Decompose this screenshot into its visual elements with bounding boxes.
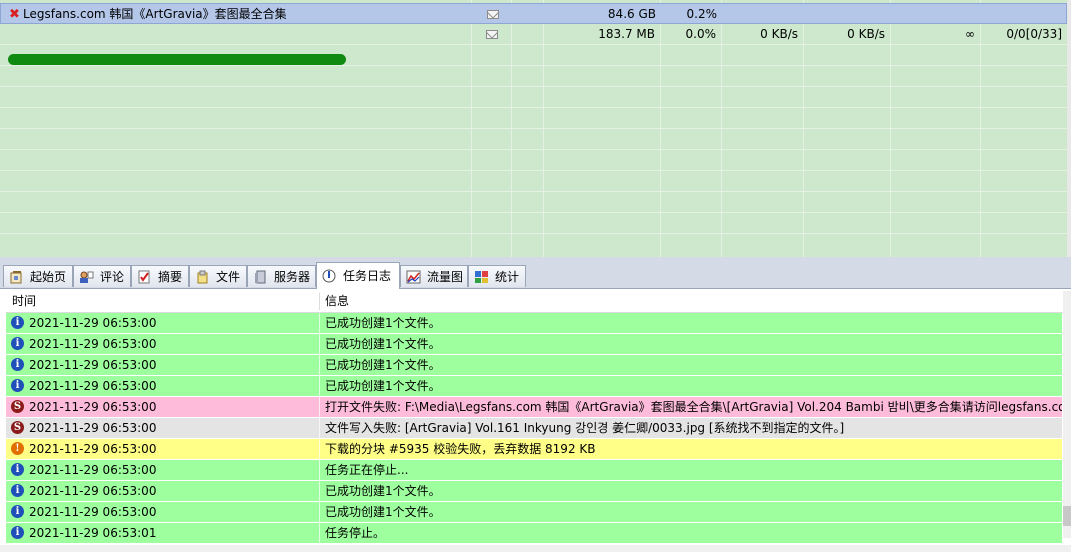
log-row[interactable]: S 2021-11-29 06:53:00 文件写入失败: [ArtGravia] … (6, 418, 1062, 439)
detail-tab-bar: 起始页 评论 摘要 文件 服务器 任务日志 流量图 统计 (0, 262, 1071, 289)
tab-label: 流量图 (427, 270, 464, 284)
error-icon: S (11, 421, 24, 434)
log-message: 已成功创建1个文件。 (325, 316, 441, 330)
log-message: 已成功创建1个文件。 (325, 484, 441, 498)
log-row[interactable]: i 2021-11-29 06:53:01 任务停止。 (6, 523, 1062, 544)
log-time: 2021-11-29 06:53:01 (29, 526, 157, 540)
task-row[interactable]: ✖ Legsfans.com 韩国《ArtGravia》套图最全合集 84.6 G… (0, 3, 1067, 24)
log-time: 2021-11-29 06:53:00 (29, 442, 157, 456)
task-name: Legsfans.com 韩国《ArtGravia》套图最全合集 (23, 7, 287, 21)
info-icon: i (11, 358, 24, 371)
task-peers: 0/0[0/33] (1006, 27, 1062, 41)
task-list[interactable]: ✖ Legsfans.com 韩国《ArtGravia》套图最全合集 84.6 G… (0, 0, 1071, 257)
task-remaining-time: ∞ (965, 27, 975, 41)
task-upload-speed: 0 KB/s (847, 27, 885, 41)
log-vertical-scrollbar[interactable] (1063, 291, 1071, 538)
log-row[interactable]: i 2021-11-29 06:53:00 已成功创建1个文件。 (6, 481, 1062, 502)
task-log-panel: 时间 信息 i 2021-11-29 06:53:00 已成功创建1个文件。 i 202… (0, 289, 1071, 552)
error-x-icon: ✖ (9, 7, 20, 22)
log-time: 2021-11-29 06:53:00 (29, 505, 157, 519)
home-icon (10, 271, 22, 284)
task-size: 84.6 GB (607, 7, 656, 21)
info-icon: i (11, 484, 24, 497)
tab-label: 文件 (216, 270, 241, 284)
info-icon: i (11, 463, 24, 476)
log-time: 2021-11-29 06:53:00 (29, 484, 157, 498)
log-row[interactable]: i 2021-11-29 06:53:00 任务正在停止... (6, 460, 1062, 481)
tab-statistics[interactable]: 统计 (468, 265, 526, 287)
tab-label: 统计 (495, 270, 520, 284)
info-icon: i (11, 526, 24, 539)
error-icon: S (11, 400, 24, 413)
log-horizontal-scrollbar[interactable] (0, 545, 1071, 552)
envelope-icon (486, 30, 498, 39)
tab-servers[interactable]: 服务器 (247, 265, 316, 287)
log-message: 已成功创建1个文件。 (325, 505, 441, 519)
log-row[interactable]: i 2021-11-29 06:53:00 已成功创建1个文件。 (6, 313, 1062, 334)
log-header: 时间 信息 (6, 291, 1066, 313)
log-message: 任务停止。 (325, 526, 386, 540)
tab-summary[interactable]: 摘要 (131, 265, 189, 287)
log-row[interactable]: i 2021-11-29 06:53:00 已成功创建1个文件。 (6, 376, 1062, 397)
log-time: 2021-11-29 06:53:00 (29, 463, 157, 477)
log-icon (322, 269, 336, 283)
log-row[interactable]: ! 2021-11-29 06:53:00 下载的分块 #5935 校验失败，丢弃数… (6, 439, 1062, 460)
tab-label: 摘要 (158, 270, 183, 284)
stats-icon (475, 271, 488, 283)
summary-icon (138, 270, 150, 284)
chart-icon (406, 270, 421, 284)
envelope-icon (487, 10, 499, 19)
tab-label: 评论 (100, 270, 125, 284)
log-time: 2021-11-29 06:53:00 (29, 316, 157, 330)
log-message: 文件写入失败: [ArtGravia] Vol.161 Inkyung 강인경 … (325, 421, 845, 435)
task-row[interactable]: 183.7 MB 0.0% 0 KB/s 0 KB/s ∞ 0/0[0/33] (0, 24, 1067, 65)
redaction-mark (8, 54, 346, 65)
log-time: 2021-11-29 06:53:00 (29, 421, 157, 435)
task-list-scrollbar[interactable] (1067, 0, 1071, 257)
log-message: 打开文件失败: F:\Media\Legsfans.com 韩国《ArtGrav… (325, 400, 1062, 414)
log-time: 2021-11-29 06:53:00 (29, 337, 157, 351)
column-header-time[interactable]: 时间 (6, 291, 36, 312)
tab-files[interactable]: 文件 (189, 265, 247, 287)
task-download-speed: 0 KB/s (760, 27, 798, 41)
log-time: 2021-11-29 06:53:00 (29, 400, 157, 414)
log-message: 已成功创建1个文件。 (325, 379, 441, 393)
tab-label: 任务日志 (343, 269, 392, 283)
log-time: 2021-11-29 06:53:00 (29, 379, 157, 393)
log-row[interactable]: S 2021-11-29 06:53:00 打开文件失败: F:\Media\Leg… (6, 397, 1062, 418)
comment-icon (80, 271, 94, 283)
tab-label: 起始页 (30, 270, 67, 284)
task-size: 183.7 MB (598, 27, 655, 41)
tab-task-log[interactable]: 任务日志 (316, 262, 400, 289)
log-message: 任务正在停止... (325, 463, 409, 477)
tab-start-page[interactable]: 起始页 (3, 265, 73, 287)
tab-traffic-chart[interactable]: 流量图 (400, 265, 468, 287)
column-header-message[interactable]: 信息 (319, 291, 349, 312)
log-row[interactable]: i 2021-11-29 06:53:00 已成功创建1个文件。 (6, 334, 1062, 355)
log-time: 2021-11-29 06:53:00 (29, 358, 157, 372)
server-icon (255, 270, 266, 284)
tab-label: 服务器 (274, 270, 311, 284)
log-message: 下载的分块 #5935 校验失败，丢弃数据 8192 KB (325, 442, 596, 456)
info-icon: i (11, 316, 24, 329)
warning-icon: ! (11, 442, 24, 455)
scrollbar-thumb[interactable] (1063, 506, 1071, 526)
tab-comments[interactable]: 评论 (73, 265, 131, 287)
log-message: 已成功创建1个文件。 (325, 358, 441, 372)
file-icon (197, 270, 208, 284)
log-message: 已成功创建1个文件。 (325, 337, 441, 351)
info-icon: i (11, 337, 24, 350)
task-progress: 0.0% (685, 27, 717, 41)
task-progress: 0.2% (686, 7, 718, 21)
log-row[interactable]: i 2021-11-29 06:53:00 已成功创建1个文件。 (6, 355, 1062, 376)
info-icon: i (11, 505, 24, 518)
log-row[interactable]: i 2021-11-29 06:53:00 已成功创建1个文件。 (6, 502, 1062, 523)
info-icon: i (11, 379, 24, 392)
